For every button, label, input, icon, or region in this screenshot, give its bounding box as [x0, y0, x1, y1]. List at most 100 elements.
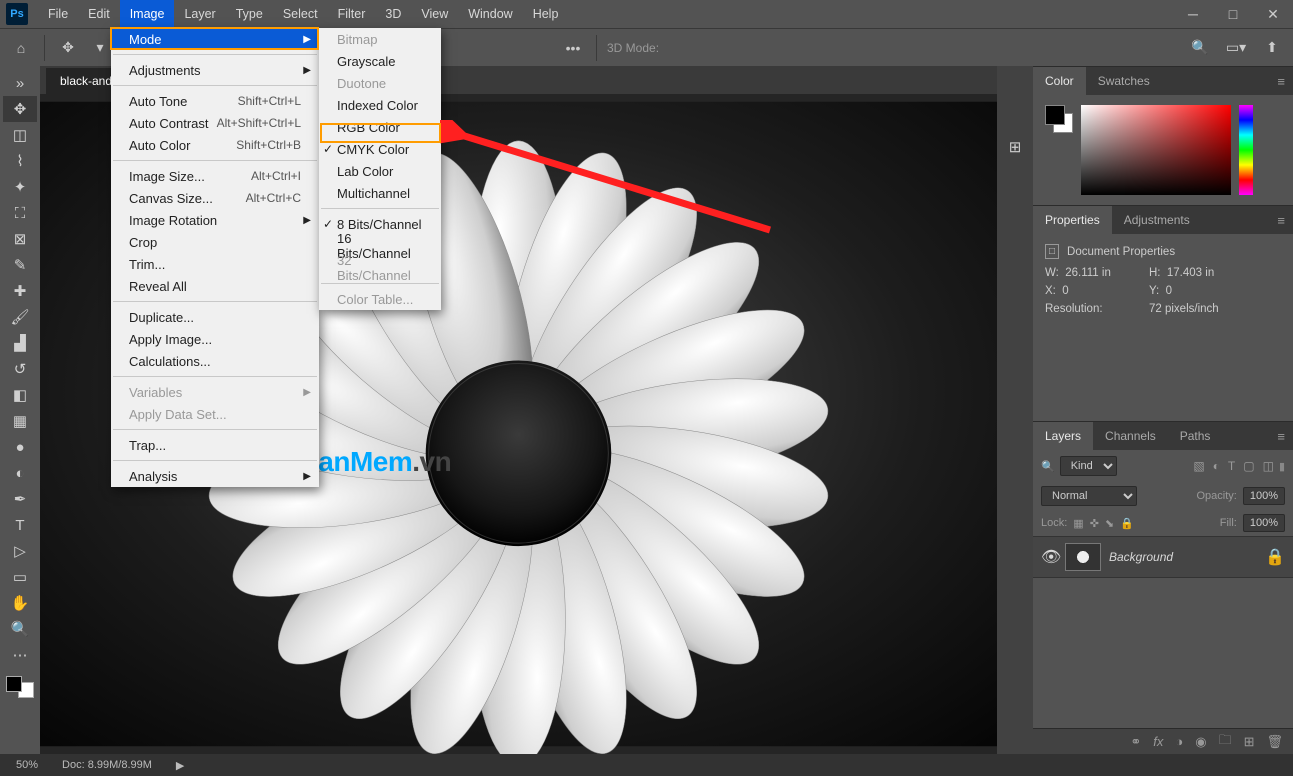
- blend-mode-select[interactable]: Normal: [1041, 486, 1137, 506]
- tab-color[interactable]: Color: [1033, 67, 1086, 95]
- hand-tool[interactable]: ✋: [3, 590, 37, 616]
- menu-type[interactable]: Type: [226, 0, 273, 28]
- frame-tool[interactable]: ⊠: [3, 226, 37, 252]
- collapsed-panel-icon[interactable]: ⊞: [998, 134, 1032, 160]
- filter-smart-icon[interactable]: ◫: [1263, 459, 1274, 473]
- menu-duplicate[interactable]: Duplicate...: [111, 306, 319, 328]
- tab-swatches[interactable]: Swatches: [1086, 67, 1162, 95]
- lasso-tool[interactable]: ⌇: [3, 148, 37, 174]
- search-icon[interactable]: 🔍: [1187, 35, 1213, 61]
- mode-cmyk[interactable]: CMYK Color: [319, 138, 441, 160]
- color-picker[interactable]: [1045, 105, 1281, 195]
- status-arrow-icon[interactable]: ▶: [176, 759, 184, 772]
- menu-help[interactable]: Help: [523, 0, 569, 28]
- lock-all-icon[interactable]: 🔒: [1120, 517, 1134, 530]
- lock-position-icon[interactable]: ✜: [1090, 517, 1099, 530]
- menu-image-size[interactable]: Image Size...Alt+Ctrl+I: [111, 165, 319, 187]
- menu-auto-color[interactable]: Auto ColorShift+Ctrl+B: [111, 134, 319, 156]
- menu-crop[interactable]: Crop: [111, 231, 319, 253]
- window-close-button[interactable]: ✕: [1253, 0, 1293, 28]
- visibility-icon[interactable]: 👁: [1041, 547, 1057, 567]
- tool-handle[interactable]: »: [3, 70, 37, 96]
- pen-tool[interactable]: ✒: [3, 486, 37, 512]
- panel-menu-icon[interactable]: ≡: [1269, 74, 1293, 89]
- share-icon[interactable]: ⬆: [1259, 35, 1285, 61]
- adjustment-layer-icon[interactable]: ◉: [1195, 734, 1206, 750]
- color-swatches[interactable]: [6, 676, 34, 698]
- menu-auto-tone[interactable]: Auto ToneShift+Ctrl+L: [111, 90, 319, 112]
- menu-edit[interactable]: Edit: [78, 0, 120, 28]
- blur-tool[interactable]: ●: [3, 434, 37, 460]
- filter-pixel-icon[interactable]: ▧: [1193, 459, 1204, 473]
- group-icon[interactable]: 🗀: [1219, 731, 1232, 753]
- type-tool[interactable]: T: [3, 512, 37, 538]
- zoom-level[interactable]: 50%: [16, 759, 38, 771]
- magic-wand-tool[interactable]: ✦: [3, 174, 37, 200]
- filter-type-icon[interactable]: T: [1228, 459, 1235, 473]
- menu-reveal-all[interactable]: Reveal All: [111, 275, 319, 297]
- layer-row-background[interactable]: 👁 Background 🔒: [1033, 536, 1293, 578]
- path-select-tool[interactable]: ▷: [3, 538, 37, 564]
- fill-value[interactable]: 100%: [1243, 514, 1285, 532]
- eyedropper-tool[interactable]: ✎: [3, 252, 37, 278]
- mask-icon[interactable]: ◑: [1175, 734, 1183, 749]
- move-tool-icon[interactable]: ✥: [55, 35, 81, 61]
- tab-layers[interactable]: Layers: [1033, 422, 1093, 450]
- stamp-tool[interactable]: ▟: [3, 330, 37, 356]
- menu-variables[interactable]: Variables▶: [111, 381, 319, 403]
- tab-adjustments[interactable]: Adjustments: [1112, 206, 1202, 234]
- lock-icon[interactable]: 🔒: [1265, 547, 1285, 567]
- gradient-tool[interactable]: ▦: [3, 408, 37, 434]
- crop-tool[interactable]: ⛶: [3, 200, 37, 226]
- menu-window[interactable]: Window: [458, 0, 522, 28]
- menu-3d[interactable]: 3D: [375, 0, 411, 28]
- filter-adjust-icon[interactable]: ◐: [1213, 459, 1220, 473]
- tab-paths[interactable]: Paths: [1168, 422, 1223, 450]
- menu-trim[interactable]: Trim...: [111, 253, 319, 275]
- marquee-tool[interactable]: ◫: [3, 122, 37, 148]
- menu-mode[interactable]: Mode▶: [111, 28, 319, 50]
- doc-info[interactable]: Doc: 8.99M/8.99M: [62, 759, 152, 771]
- delete-layer-icon[interactable]: 🗑: [1266, 734, 1283, 750]
- mode-duotone[interactable]: Duotone: [319, 72, 441, 94]
- menu-trap[interactable]: Trap...: [111, 434, 319, 456]
- layer-thumbnail[interactable]: [1065, 543, 1101, 571]
- menu-apply-data-set[interactable]: Apply Data Set...: [111, 403, 319, 425]
- filter-toggle[interactable]: ▮: [1279, 460, 1285, 473]
- menu-calculations[interactable]: Calculations...: [111, 350, 319, 372]
- layer-filter-kind[interactable]: Kind: [1060, 456, 1117, 476]
- mode-indexed[interactable]: Indexed Color: [319, 94, 441, 116]
- home-icon[interactable]: ⌂: [8, 35, 34, 61]
- menu-filter[interactable]: Filter: [328, 0, 376, 28]
- shape-tool[interactable]: ▭: [3, 564, 37, 590]
- lock-pixels-icon[interactable]: ▦: [1073, 517, 1083, 530]
- menu-file[interactable]: File: [38, 0, 78, 28]
- menu-select[interactable]: Select: [273, 0, 328, 28]
- fx-icon[interactable]: fx: [1153, 734, 1163, 749]
- mode-color-table[interactable]: Color Table...: [319, 288, 441, 310]
- mode-32bit[interactable]: 32 Bits/Channel: [319, 257, 441, 279]
- lock-artboard-icon[interactable]: ⬊: [1105, 517, 1114, 530]
- dots-icon[interactable]: •••: [560, 35, 586, 61]
- menu-view[interactable]: View: [411, 0, 458, 28]
- window-maximize-button[interactable]: □: [1213, 0, 1253, 28]
- window-minimize-button[interactable]: ─: [1173, 0, 1213, 28]
- filter-shape-icon[interactable]: ▢: [1243, 459, 1254, 473]
- panel-menu-icon[interactable]: ≡: [1269, 213, 1293, 228]
- mode-grayscale[interactable]: Grayscale: [319, 50, 441, 72]
- menu-apply-image[interactable]: Apply Image...: [111, 328, 319, 350]
- mode-bitmap[interactable]: Bitmap: [319, 28, 441, 50]
- tab-channels[interactable]: Channels: [1093, 422, 1168, 450]
- healing-tool[interactable]: ✚: [3, 278, 37, 304]
- dodge-tool[interactable]: ◐: [3, 460, 37, 486]
- menu-image-rotation[interactable]: Image Rotation▶: [111, 209, 319, 231]
- link-layers-icon[interactable]: ⚭: [1130, 734, 1141, 750]
- tab-properties[interactable]: Properties: [1033, 206, 1112, 234]
- panel-menu-icon[interactable]: ≡: [1269, 429, 1293, 444]
- eraser-tool[interactable]: ◧: [3, 382, 37, 408]
- mode-multichannel[interactable]: Multichannel: [319, 182, 441, 204]
- mode-rgb[interactable]: RGB Color: [319, 116, 441, 138]
- edit-toolbar[interactable]: ⋯: [3, 642, 37, 668]
- move-tool[interactable]: ✥: [3, 96, 37, 122]
- menu-image[interactable]: Image: [120, 0, 175, 28]
